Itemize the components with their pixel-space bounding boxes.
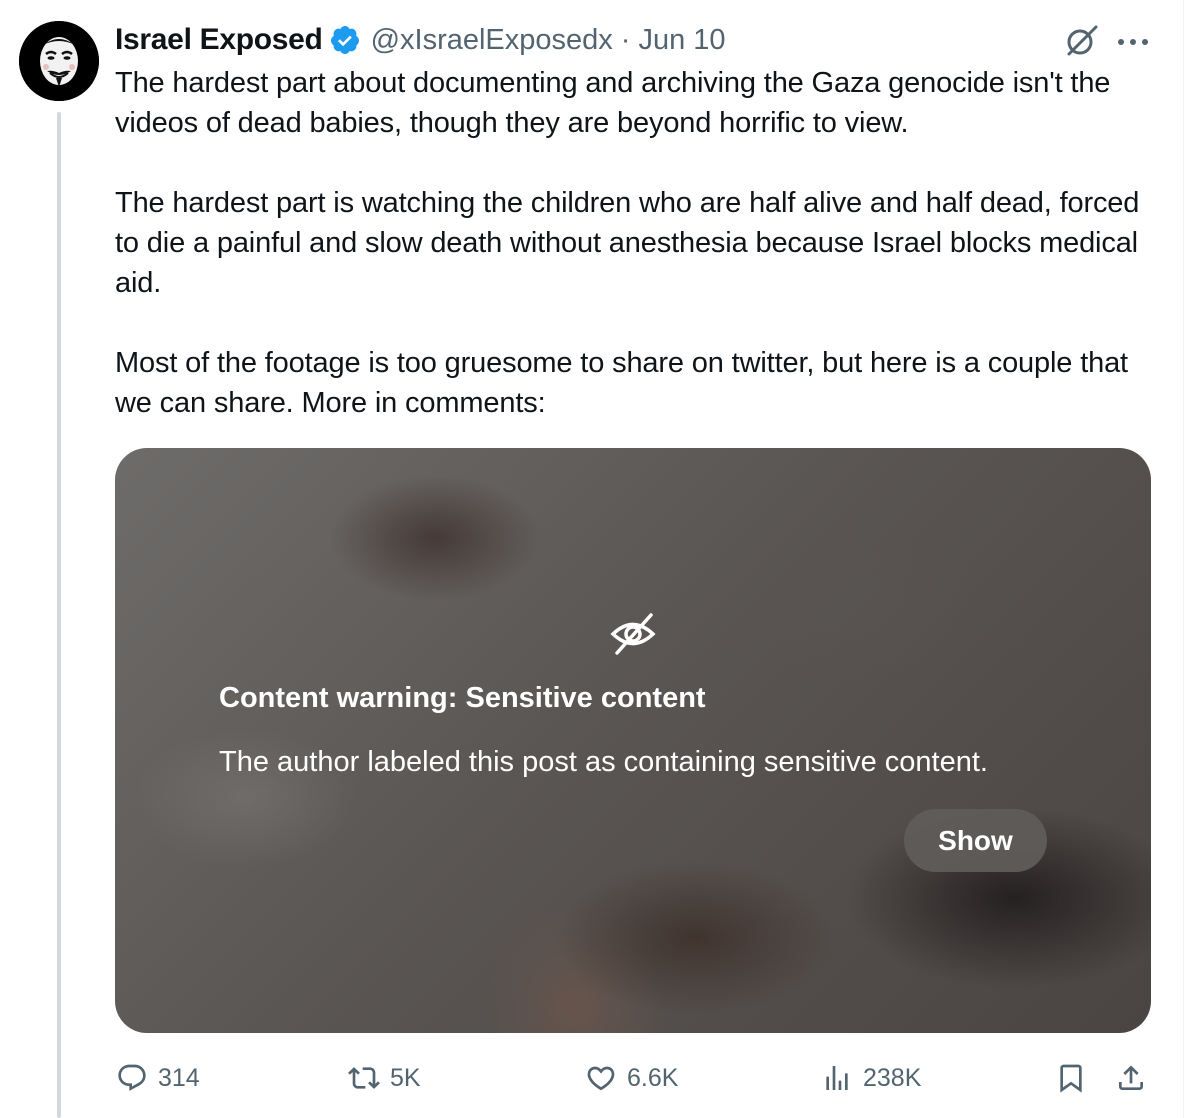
- thread-line: [57, 112, 61, 1118]
- action-bar: 314 5K 6.6K 238K: [0, 1058, 1186, 1098]
- tweet-paragraph-3: Most of the footage is too gruesome to s…: [115, 347, 1128, 419]
- repost-button[interactable]: 5K: [348, 1058, 421, 1098]
- tweet-paragraph-1: The hardest part about documenting and a…: [115, 67, 1111, 139]
- share-button[interactable]: [1115, 1058, 1147, 1098]
- bookmark-button[interactable]: [1055, 1058, 1087, 1098]
- show-button[interactable]: Show: [904, 809, 1047, 872]
- guy-fawkes-mask-icon: [19, 21, 99, 101]
- eye-slash-icon: [610, 613, 656, 655]
- display-name[interactable]: Israel Exposed: [115, 23, 323, 57]
- reply-icon: [118, 1064, 146, 1091]
- tweet-header: Israel Exposed @xIsraelExposedx · Jun 10: [115, 20, 1075, 60]
- repost-icon: [348, 1067, 380, 1089]
- bookmark-icon: [1060, 1064, 1082, 1093]
- repost-count: 5K: [390, 1063, 421, 1092]
- share-icon: [1119, 1065, 1143, 1090]
- reply-button[interactable]: 314: [116, 1058, 200, 1098]
- right-divider: [1183, 0, 1184, 1118]
- content-warning-text: The author labeled this post as containi…: [219, 746, 988, 778]
- verified-badge-icon[interactable]: [329, 24, 361, 56]
- author-handle[interactable]: @xIsraelExposedx: [371, 24, 613, 57]
- header-separator: ·: [620, 23, 631, 56]
- sensitive-media[interactable]: Content warning: Sensitive content The a…: [115, 448, 1151, 1033]
- views-count: 238K: [863, 1063, 922, 1092]
- like-button[interactable]: 6.6K: [585, 1058, 678, 1098]
- views-button[interactable]: 238K: [821, 1058, 921, 1098]
- like-icon: [587, 1066, 615, 1091]
- content-warning-title: Content warning: Sensitive content: [219, 682, 706, 714]
- tweet-paragraph-2: The hardest part is watching the childre…: [115, 187, 1140, 299]
- reply-count: 314: [158, 1063, 200, 1092]
- like-count: 6.6K: [627, 1063, 679, 1092]
- more-options-icon[interactable]: [1115, 38, 1151, 46]
- grok-icon[interactable]: [1063, 23, 1099, 59]
- tweet-text: The hardest part about documenting and a…: [115, 63, 1165, 423]
- avatar[interactable]: [19, 21, 99, 101]
- post-date[interactable]: Jun 10: [638, 24, 725, 57]
- views-icon: [826, 1066, 848, 1090]
